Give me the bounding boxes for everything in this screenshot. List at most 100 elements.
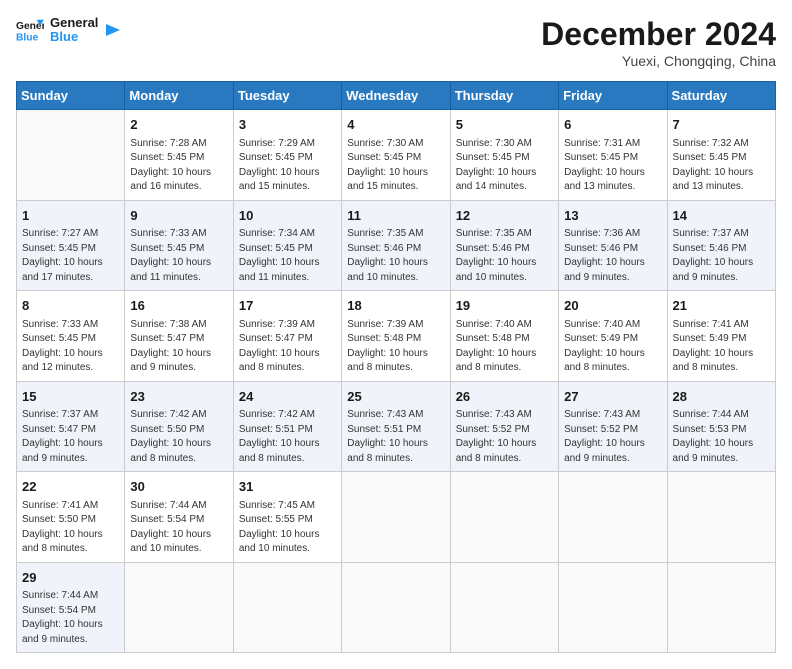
day-number: 4 <box>347 115 444 135</box>
calendar-header-sunday: Sunday <box>17 82 125 110</box>
day-info: Sunrise: 7:44 AM Sunset: 5:53 PM Dayligh… <box>673 408 770 466</box>
calendar-cell: 27Sunrise: 7:43 AM Sunset: 5:52 PM Dayli… <box>559 381 667 472</box>
calendar-cell: 3Sunrise: 7:29 AM Sunset: 5:45 PM Daylig… <box>233 110 341 201</box>
calendar-cell: 5Sunrise: 7:30 AM Sunset: 5:45 PM Daylig… <box>450 110 558 201</box>
day-number: 19 <box>456 296 553 316</box>
calendar-header-friday: Friday <box>559 82 667 110</box>
day-info: Sunrise: 7:36 AM Sunset: 5:46 PM Dayligh… <box>564 227 661 285</box>
calendar-cell: 29Sunrise: 7:44 AM Sunset: 5:54 PM Dayli… <box>17 562 125 653</box>
day-number: 17 <box>239 296 336 316</box>
day-info: Sunrise: 7:39 AM Sunset: 5:48 PM Dayligh… <box>347 318 444 376</box>
day-info: Sunrise: 7:40 AM Sunset: 5:48 PM Dayligh… <box>456 318 553 376</box>
calendar-cell: 1Sunrise: 7:27 AM Sunset: 5:45 PM Daylig… <box>17 200 125 291</box>
day-number: 9 <box>130 206 227 226</box>
day-info: Sunrise: 7:44 AM Sunset: 5:54 PM Dayligh… <box>130 499 227 557</box>
day-number: 1 <box>22 206 119 226</box>
day-number: 24 <box>239 387 336 407</box>
calendar-week-3: 15Sunrise: 7:37 AM Sunset: 5:47 PM Dayli… <box>17 381 776 472</box>
calendar-week-2: 8Sunrise: 7:33 AM Sunset: 5:45 PM Daylig… <box>17 291 776 382</box>
day-number: 14 <box>673 206 770 226</box>
day-info: Sunrise: 7:27 AM Sunset: 5:45 PM Dayligh… <box>22 227 119 285</box>
day-info: Sunrise: 7:43 AM Sunset: 5:52 PM Dayligh… <box>564 408 661 466</box>
day-info: Sunrise: 7:30 AM Sunset: 5:45 PM Dayligh… <box>347 137 444 195</box>
day-number: 16 <box>130 296 227 316</box>
calendar-cell <box>342 562 450 653</box>
calendar-cell: 23Sunrise: 7:42 AM Sunset: 5:50 PM Dayli… <box>125 381 233 472</box>
title-section: December 2024 Yuexi, Chongqing, China <box>541 16 776 69</box>
calendar-cell: 24Sunrise: 7:42 AM Sunset: 5:51 PM Dayli… <box>233 381 341 472</box>
logo: General Blue General Blue <box>16 16 122 45</box>
day-info: Sunrise: 7:35 AM Sunset: 5:46 PM Dayligh… <box>347 227 444 285</box>
day-info: Sunrise: 7:29 AM Sunset: 5:45 PM Dayligh… <box>239 137 336 195</box>
calendar-cell <box>233 562 341 653</box>
calendar-cell: 22Sunrise: 7:41 AM Sunset: 5:50 PM Dayli… <box>17 472 125 563</box>
calendar-week-5: 29Sunrise: 7:44 AM Sunset: 5:54 PM Dayli… <box>17 562 776 653</box>
day-number: 3 <box>239 115 336 135</box>
day-number: 5 <box>456 115 553 135</box>
calendar-cell <box>450 472 558 563</box>
day-number: 28 <box>673 387 770 407</box>
calendar-cell: 8Sunrise: 7:33 AM Sunset: 5:45 PM Daylig… <box>17 291 125 382</box>
calendar-cell: 6Sunrise: 7:31 AM Sunset: 5:45 PM Daylig… <box>559 110 667 201</box>
calendar-cell: 28Sunrise: 7:44 AM Sunset: 5:53 PM Dayli… <box>667 381 775 472</box>
month-title: December 2024 <box>541 16 776 53</box>
day-number: 7 <box>673 115 770 135</box>
calendar-cell: 9Sunrise: 7:33 AM Sunset: 5:45 PM Daylig… <box>125 200 233 291</box>
day-info: Sunrise: 7:30 AM Sunset: 5:45 PM Dayligh… <box>456 137 553 195</box>
calendar-cell: 12Sunrise: 7:35 AM Sunset: 5:46 PM Dayli… <box>450 200 558 291</box>
day-info: Sunrise: 7:42 AM Sunset: 5:50 PM Dayligh… <box>130 408 227 466</box>
calendar-header-thursday: Thursday <box>450 82 558 110</box>
day-number: 31 <box>239 477 336 497</box>
day-number: 15 <box>22 387 119 407</box>
day-number: 27 <box>564 387 661 407</box>
day-number: 18 <box>347 296 444 316</box>
day-number: 22 <box>22 477 119 497</box>
calendar-cell: 31Sunrise: 7:45 AM Sunset: 5:55 PM Dayli… <box>233 472 341 563</box>
calendar-cell: 7Sunrise: 7:32 AM Sunset: 5:45 PM Daylig… <box>667 110 775 201</box>
day-number: 26 <box>456 387 553 407</box>
day-number: 2 <box>130 115 227 135</box>
calendar-cell: 25Sunrise: 7:43 AM Sunset: 5:51 PM Dayli… <box>342 381 450 472</box>
day-number: 13 <box>564 206 661 226</box>
calendar-week-1: 1Sunrise: 7:27 AM Sunset: 5:45 PM Daylig… <box>17 200 776 291</box>
day-number: 8 <box>22 296 119 316</box>
calendar-cell <box>125 562 233 653</box>
calendar-header-row: SundayMondayTuesdayWednesdayThursdayFrid… <box>17 82 776 110</box>
calendar-cell: 2Sunrise: 7:28 AM Sunset: 5:45 PM Daylig… <box>125 110 233 201</box>
calendar-cell: 15Sunrise: 7:37 AM Sunset: 5:47 PM Dayli… <box>17 381 125 472</box>
calendar-cell: 11Sunrise: 7:35 AM Sunset: 5:46 PM Dayli… <box>342 200 450 291</box>
calendar-cell: 4Sunrise: 7:30 AM Sunset: 5:45 PM Daylig… <box>342 110 450 201</box>
day-info: Sunrise: 7:37 AM Sunset: 5:47 PM Dayligh… <box>22 408 119 466</box>
day-number: 23 <box>130 387 227 407</box>
calendar-cell <box>559 472 667 563</box>
day-info: Sunrise: 7:42 AM Sunset: 5:51 PM Dayligh… <box>239 408 336 466</box>
calendar-cell <box>450 562 558 653</box>
day-number: 25 <box>347 387 444 407</box>
day-number: 10 <box>239 206 336 226</box>
calendar-header-saturday: Saturday <box>667 82 775 110</box>
calendar-cell: 13Sunrise: 7:36 AM Sunset: 5:46 PM Dayli… <box>559 200 667 291</box>
calendar-header-wednesday: Wednesday <box>342 82 450 110</box>
logo-general: General <box>50 16 98 30</box>
day-info: Sunrise: 7:39 AM Sunset: 5:47 PM Dayligh… <box>239 318 336 376</box>
day-number: 20 <box>564 296 661 316</box>
day-info: Sunrise: 7:37 AM Sunset: 5:46 PM Dayligh… <box>673 227 770 285</box>
calendar-table: SundayMondayTuesdayWednesdayThursdayFrid… <box>16 81 776 653</box>
calendar-cell: 18Sunrise: 7:39 AM Sunset: 5:48 PM Dayli… <box>342 291 450 382</box>
day-info: Sunrise: 7:38 AM Sunset: 5:47 PM Dayligh… <box>130 318 227 376</box>
calendar-cell: 21Sunrise: 7:41 AM Sunset: 5:49 PM Dayli… <box>667 291 775 382</box>
calendar-cell: 30Sunrise: 7:44 AM Sunset: 5:54 PM Dayli… <box>125 472 233 563</box>
calendar-cell <box>17 110 125 201</box>
day-info: Sunrise: 7:44 AM Sunset: 5:54 PM Dayligh… <box>22 589 119 647</box>
calendar-cell: 16Sunrise: 7:38 AM Sunset: 5:47 PM Dayli… <box>125 291 233 382</box>
calendar-cell: 17Sunrise: 7:39 AM Sunset: 5:47 PM Dayli… <box>233 291 341 382</box>
day-number: 11 <box>347 206 444 226</box>
svg-text:Blue: Blue <box>16 33 39 44</box>
day-info: Sunrise: 7:45 AM Sunset: 5:55 PM Dayligh… <box>239 499 336 557</box>
day-info: Sunrise: 7:35 AM Sunset: 5:46 PM Dayligh… <box>456 227 553 285</box>
page-header: General Blue General Blue December 2024 … <box>16 16 776 69</box>
day-info: Sunrise: 7:40 AM Sunset: 5:49 PM Dayligh… <box>564 318 661 376</box>
calendar-week-0: 2Sunrise: 7:28 AM Sunset: 5:45 PM Daylig… <box>17 110 776 201</box>
logo-blue: Blue <box>50 30 98 44</box>
day-info: Sunrise: 7:28 AM Sunset: 5:45 PM Dayligh… <box>130 137 227 195</box>
